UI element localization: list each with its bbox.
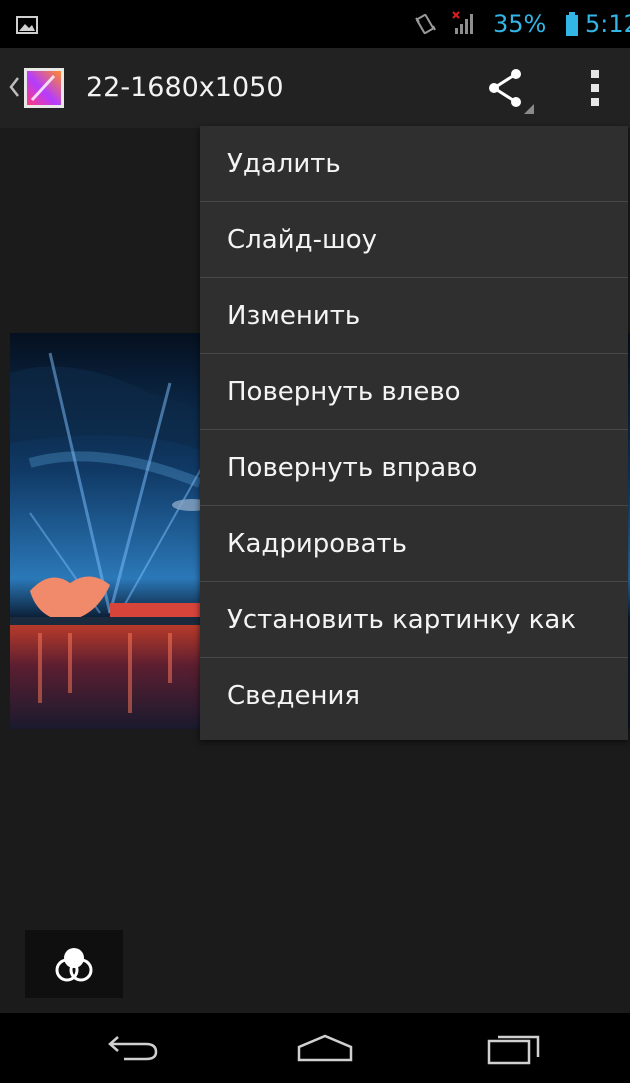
share-icon[interactable]	[484, 64, 538, 116]
recent-apps-icon[interactable]	[486, 1031, 542, 1065]
status-bar: 35% 5:12	[0, 0, 630, 48]
image-title: 22-1680x1050	[86, 72, 284, 103]
action-bar: 22-1680x1050	[0, 48, 630, 128]
menu-item-slideshow[interactable]: Слайд-шоу	[200, 202, 628, 278]
menu-item-details[interactable]: Сведения	[200, 658, 628, 734]
home-icon[interactable]	[296, 1033, 354, 1063]
battery-percent: 35%	[493, 10, 547, 38]
app-thumbnail-icon	[24, 68, 64, 108]
filter-effects-icon	[55, 948, 93, 982]
menu-item-set-picture-as[interactable]: Установить картинку как	[200, 582, 628, 658]
menu-item-rotate-left[interactable]: Повернуть влево	[200, 354, 628, 430]
menu-item-edit[interactable]: Изменить	[200, 278, 628, 354]
gallery-notification-icon	[16, 16, 38, 34]
battery-icon	[566, 12, 578, 36]
overflow-popup-menu: Удалить Слайд-шоу Изменить Повернуть вле…	[200, 126, 628, 740]
navigation-bar	[0, 1013, 630, 1083]
menu-item-crop[interactable]: Кадрировать	[200, 506, 628, 582]
clock: 5:12	[585, 10, 630, 38]
back-icon[interactable]	[106, 1033, 162, 1063]
filter-effects-button[interactable]	[25, 930, 123, 998]
menu-item-rotate-right[interactable]: Повернуть вправо	[200, 430, 628, 506]
vibrate-icon	[415, 13, 436, 35]
signal-no-sim-icon	[452, 11, 473, 34]
menu-item-delete[interactable]: Удалить	[200, 126, 628, 202]
up-chevron-icon	[9, 77, 19, 97]
overflow-menu-icon[interactable]	[580, 68, 614, 108]
